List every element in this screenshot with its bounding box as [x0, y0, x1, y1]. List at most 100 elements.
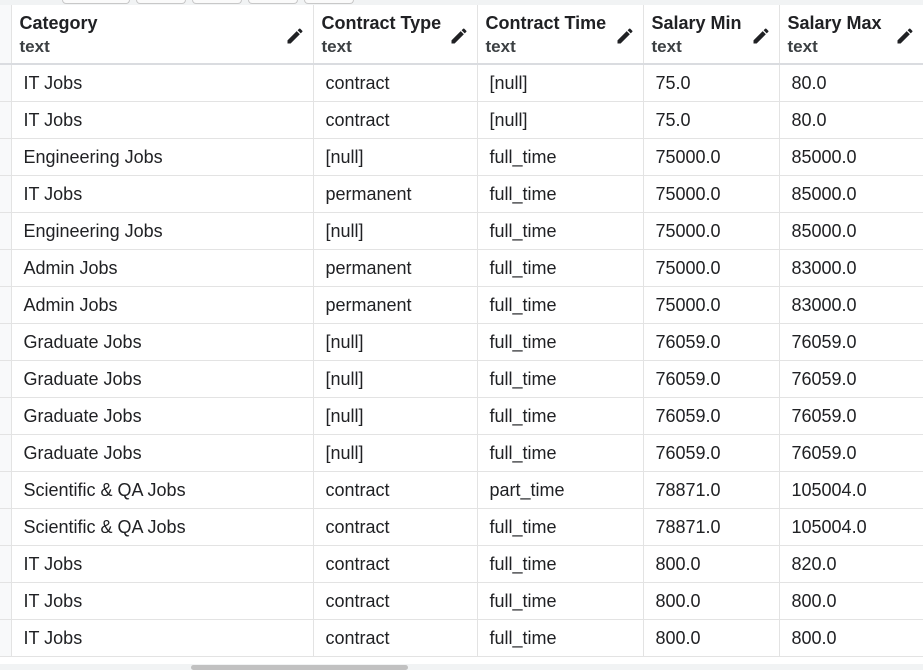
table-cell[interactable]: Scientific & QA Jobs	[11, 508, 314, 546]
table-cell[interactable]: 83000.0	[779, 249, 923, 287]
table-cell[interactable]: permanent	[313, 249, 478, 287]
table-cell[interactable]: [null]	[313, 434, 478, 472]
column-header[interactable]: Salary Max text	[779, 5, 923, 65]
table-cell[interactable]: full_time	[477, 545, 644, 583]
row-header[interactable]	[0, 360, 12, 398]
table-cell[interactable]: 85000.0	[779, 212, 923, 250]
table-cell[interactable]: 76059.0	[779, 397, 923, 435]
table-row[interactable]: IT Jobs permanent full_time 75000.0 85000.0	[0, 175, 923, 213]
table-cell[interactable]: IT Jobs	[11, 175, 314, 213]
table-cell[interactable]: contract	[313, 471, 478, 509]
row-header[interactable]	[0, 397, 12, 435]
table-cell[interactable]: 75.0	[643, 101, 780, 139]
toolbar-tab[interactable]	[62, 0, 130, 4]
table-cell[interactable]: 800.0	[779, 582, 923, 620]
toolbar-tab[interactable]	[136, 0, 186, 4]
table-cell[interactable]: 75000.0	[643, 138, 780, 176]
table-cell[interactable]: full_time	[477, 286, 644, 324]
table-cell[interactable]: 800.0	[779, 619, 923, 657]
table-cell[interactable]: 75000.0	[643, 286, 780, 324]
table-row[interactable]: IT Jobs contract full_time 800.0 820.0	[0, 545, 923, 583]
table-cell[interactable]: 76059.0	[643, 434, 780, 472]
row-header[interactable]	[0, 434, 12, 472]
table-cell[interactable]: full_time	[477, 397, 644, 435]
table-cell[interactable]: permanent	[313, 175, 478, 213]
row-header[interactable]	[0, 471, 12, 509]
table-cell[interactable]: contract	[313, 582, 478, 620]
row-header[interactable]	[0, 212, 12, 250]
row-header[interactable]	[0, 101, 12, 139]
row-header[interactable]	[0, 323, 12, 361]
horizontal-scrollbar-thumb[interactable]	[191, 665, 408, 670]
table-cell[interactable]: IT Jobs	[11, 101, 314, 139]
table-cell[interactable]: 75000.0	[643, 212, 780, 250]
row-header[interactable]	[0, 545, 12, 583]
table-cell[interactable]: contract	[313, 508, 478, 546]
table-cell[interactable]: contract	[313, 101, 478, 139]
table-cell[interactable]: 76059.0	[779, 360, 923, 398]
table-cell[interactable]: 75.0	[643, 64, 780, 102]
table-cell[interactable]: full_time	[477, 619, 644, 657]
table-cell[interactable]: 800.0	[643, 545, 780, 583]
table-cell[interactable]: 80.0	[779, 101, 923, 139]
table-cell[interactable]: Engineering Jobs	[11, 138, 314, 176]
table-cell[interactable]: full_time	[477, 434, 644, 472]
table-cell[interactable]: Graduate Jobs	[11, 397, 314, 435]
table-cell[interactable]: 85000.0	[779, 175, 923, 213]
pencil-icon[interactable]	[285, 26, 305, 46]
table-cell[interactable]: full_time	[477, 323, 644, 361]
table-cell[interactable]: full_time	[477, 175, 644, 213]
table-cell[interactable]: full_time	[477, 138, 644, 176]
table-cell[interactable]: IT Jobs	[11, 545, 314, 583]
table-row[interactable]: Graduate Jobs [null] full_time 76059.0 76059…	[0, 323, 923, 361]
table-cell[interactable]: Graduate Jobs	[11, 434, 314, 472]
table-cell[interactable]: 80.0	[779, 64, 923, 102]
table-row[interactable]: Scientific & QA Jobs contract part_time 788…	[0, 471, 923, 509]
table-cell[interactable]: full_time	[477, 508, 644, 546]
table-cell[interactable]: contract	[313, 619, 478, 657]
pencil-icon[interactable]	[615, 26, 635, 46]
table-row[interactable]: Engineering Jobs [null] full_time 75000.0 85…	[0, 138, 923, 176]
table-cell[interactable]: Graduate Jobs	[11, 360, 314, 398]
table-cell[interactable]: IT Jobs	[11, 619, 314, 657]
table-row[interactable]: IT Jobs contract [null] 75.0 80.0	[0, 101, 923, 139]
table-cell[interactable]: 820.0	[779, 545, 923, 583]
table-cell[interactable]: contract	[313, 64, 478, 102]
table-cell[interactable]: full_time	[477, 249, 644, 287]
table-row[interactable]: Admin Jobs permanent full_time 75000.0 83000…	[0, 286, 923, 324]
table-cell[interactable]: part_time	[477, 471, 644, 509]
row-header[interactable]	[0, 64, 12, 102]
column-header[interactable]: Category text	[11, 5, 314, 65]
pencil-icon[interactable]	[751, 26, 771, 46]
table-cell[interactable]: [null]	[313, 212, 478, 250]
table-cell[interactable]: 105004.0	[779, 471, 923, 509]
table-cell[interactable]: 83000.0	[779, 286, 923, 324]
table-row[interactable]: Engineering Jobs [null] full_time 75000.0 85…	[0, 212, 923, 250]
pencil-icon[interactable]	[449, 26, 469, 46]
table-row[interactable]: Graduate Jobs [null] full_time 76059.0 76059…	[0, 434, 923, 472]
pencil-icon[interactable]	[895, 26, 915, 46]
table-row[interactable]: Graduate Jobs [null] full_time 76059.0 76059…	[0, 397, 923, 435]
column-header[interactable]: Contract Type text	[313, 5, 478, 65]
row-header[interactable]	[0, 582, 12, 620]
table-cell[interactable]: 76059.0	[643, 323, 780, 361]
table-cell[interactable]: [null]	[477, 101, 644, 139]
table-cell[interactable]: contract	[313, 545, 478, 583]
toolbar-tab[interactable]	[248, 0, 298, 4]
table-row[interactable]: IT Jobs contract full_time 800.0 800.0	[0, 619, 923, 657]
toolbar-tab[interactable]	[192, 0, 242, 4]
table-cell[interactable]: full_time	[477, 212, 644, 250]
table-row[interactable]: Graduate Jobs [null] full_time 76059.0 76059…	[0, 360, 923, 398]
row-header[interactable]	[0, 138, 12, 176]
toolbar-tab[interactable]	[304, 0, 354, 4]
table-cell[interactable]: 78871.0	[643, 508, 780, 546]
row-header[interactable]	[0, 249, 12, 287]
table-cell[interactable]: full_time	[477, 360, 644, 398]
row-header[interactable]	[0, 286, 12, 324]
table-cell[interactable]: full_time	[477, 582, 644, 620]
table-row[interactable]: Admin Jobs permanent full_time 75000.0 83000…	[0, 249, 923, 287]
table-cell[interactable]: 105004.0	[779, 508, 923, 546]
table-cell[interactable]: [null]	[313, 360, 478, 398]
row-header[interactable]	[0, 175, 12, 213]
table-cell[interactable]: IT Jobs	[11, 64, 314, 102]
